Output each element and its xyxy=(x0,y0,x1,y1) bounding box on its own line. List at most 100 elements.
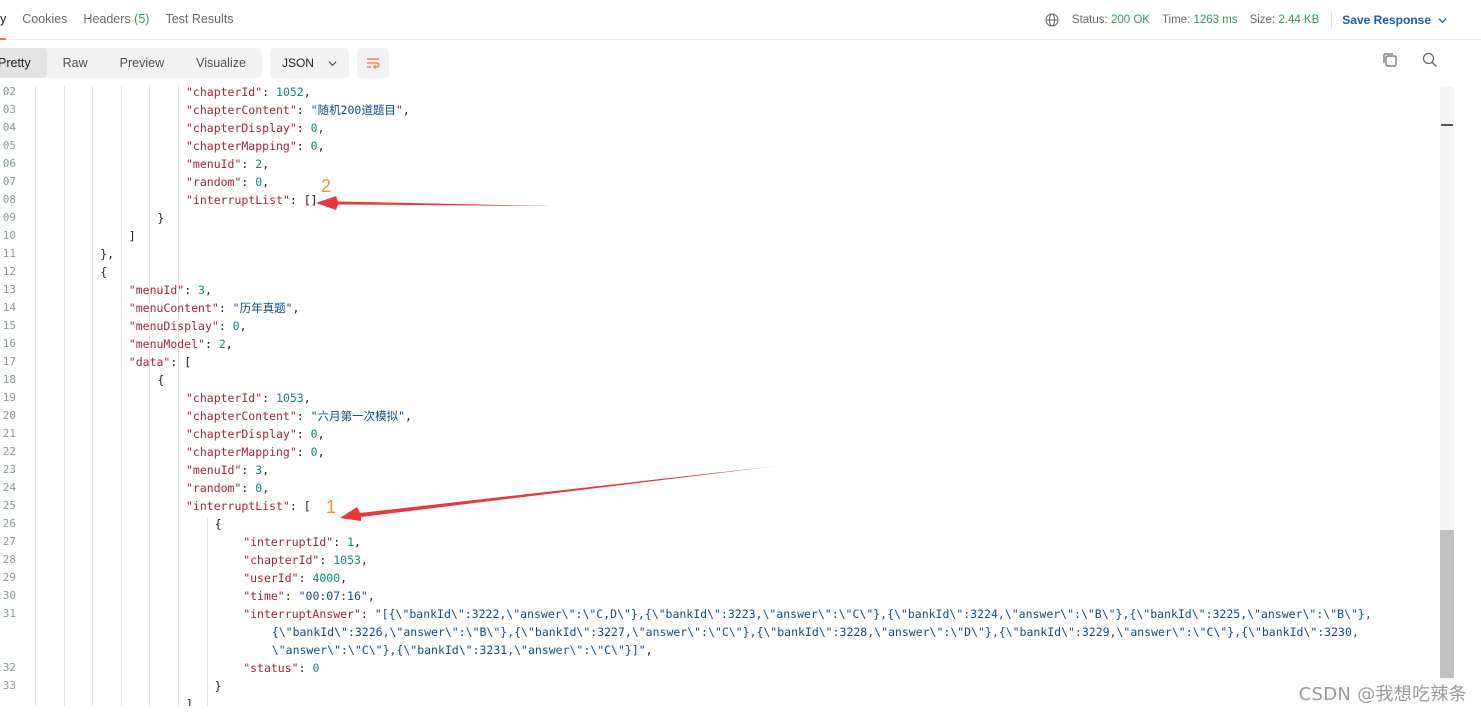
search-icon[interactable] xyxy=(1421,51,1439,69)
code-token: , xyxy=(360,553,368,567)
code-line: 25 "interruptList": [ xyxy=(0,497,1440,515)
response-body-editor[interactable]: 02 "chapterId": 1052, 03 "chapterContent": … xyxy=(0,86,1440,706)
code-token: "data" xyxy=(128,355,171,369)
code-text: "chapterId": 1053, xyxy=(243,551,368,569)
wrap-lines-button[interactable] xyxy=(356,48,389,78)
code-token: "menuContent" xyxy=(128,301,219,315)
code-token: "chapterId" xyxy=(186,391,263,405)
line-number: 21 xyxy=(2,427,16,440)
code-token: "chapterDisplay" xyxy=(186,427,297,441)
code-token: "00:07:16" xyxy=(298,589,368,603)
code-token: , xyxy=(262,175,270,189)
time-label: Time: xyxy=(1161,14,1191,26)
code-token: "random" xyxy=(186,175,242,189)
code-line: 27 "interruptId": 1, xyxy=(0,533,1440,551)
view-mode-preview[interactable]: Preview xyxy=(104,48,180,78)
code-line: 04 "chapterDisplay": 0, xyxy=(0,119,1440,137)
code-line: 26 { xyxy=(0,515,1440,533)
time-value: 1263 ms xyxy=(1193,14,1238,26)
line-number: 10 xyxy=(2,229,16,242)
line-number: 14 xyxy=(2,301,16,314)
code-text: "chapterId": 1053, xyxy=(186,389,311,407)
code-text: "chapterId": 1052, xyxy=(186,86,311,101)
view-mode-visualize[interactable]: Visualize xyxy=(180,48,262,78)
format-select[interactable]: JSON xyxy=(269,48,349,78)
meta-divider xyxy=(1331,11,1333,29)
tab-test-results-label: Test Results xyxy=(165,11,234,26)
code-token: : xyxy=(241,481,256,495)
code-line: 13 "menuId": 3, xyxy=(0,281,1440,299)
code-text: "menuDisplay": 0, xyxy=(129,317,247,335)
body-toolbar: Pretty Raw Preview Visualize JSON xyxy=(0,40,1481,86)
line-number: 20 xyxy=(2,409,16,422)
line-number: 25 xyxy=(2,499,16,512)
status-indicator[interactable]: Status: 200 OK xyxy=(1072,14,1150,26)
code-line: 03 "chapterContent": "随机200道题目", xyxy=(0,101,1440,119)
code-token: : xyxy=(218,319,233,333)
code-token: 1 xyxy=(347,535,354,549)
code-text: ] xyxy=(186,695,193,706)
code-text: { xyxy=(215,515,222,533)
code-token: 3 xyxy=(198,283,205,297)
view-mode-pretty[interactable]: Pretty xyxy=(0,48,47,78)
code-token: 0 xyxy=(310,445,318,459)
code-token: "chapterContent" xyxy=(186,103,297,117)
code-line: ] xyxy=(0,695,1440,706)
code-text: } xyxy=(215,677,222,695)
code-line: 10] xyxy=(0,227,1440,245)
code-token: : xyxy=(204,337,219,351)
line-number: 11 xyxy=(2,247,16,260)
code-token: "menuModel" xyxy=(128,337,205,351)
code-token: 2 xyxy=(218,337,226,351)
code-text: "chapterContent": "六月第一次模拟", xyxy=(186,407,412,425)
view-mode-raw[interactable]: Raw xyxy=(47,48,104,78)
code-token: 0 xyxy=(312,661,320,675)
code-line: 23 "menuId": 3, xyxy=(0,461,1440,479)
code-line: {\"bankId\":3226,\"answer\":\"B\"},{\"ba… xyxy=(0,623,1440,641)
code-token: , xyxy=(402,103,410,117)
save-response-button[interactable]: Save Response xyxy=(1342,13,1447,27)
code-text: "menuContent": "历年真题", xyxy=(129,299,300,317)
code-token: , xyxy=(303,391,311,405)
code-token: 0 xyxy=(310,139,318,153)
code-token: 0 xyxy=(232,319,240,333)
code-text: "interruptAnswer": "[{\"bankId\":3222,\"… xyxy=(243,605,1372,623)
size-indicator[interactable]: Size: 2.44 KB xyxy=(1250,14,1320,26)
code-token: , xyxy=(367,589,375,603)
code-token: { xyxy=(157,373,165,387)
line-number: 16 xyxy=(2,337,16,350)
code-token: {\"bankId\":3226,\"answer\":\"B\"},{\"ba… xyxy=(271,625,1359,639)
copy-icon[interactable] xyxy=(1381,51,1399,69)
code-token: "menuId" xyxy=(186,463,242,477)
code-token: , xyxy=(645,643,653,657)
format-select-value: JSON xyxy=(281,56,314,70)
code-token: "interruptId" xyxy=(243,535,334,549)
code-token: : xyxy=(284,589,299,603)
code-token: , xyxy=(225,337,233,351)
tab-cookies[interactable]: Cookies xyxy=(22,0,67,40)
code-token: , xyxy=(262,481,270,495)
code-text: "random": 0, xyxy=(186,479,269,497)
line-number: 27 xyxy=(2,535,16,548)
editor-scrollbar-thumb[interactable] xyxy=(1440,530,1454,678)
code-token: , xyxy=(239,319,247,333)
code-token: "menuId" xyxy=(186,157,242,171)
code-token: 1053 xyxy=(276,391,304,405)
code-text: {\"bankId\":3226,\"answer\":\"B\"},{\"ba… xyxy=(272,623,1359,641)
line-number: 19 xyxy=(2,391,16,404)
code-token: 0 xyxy=(310,427,318,441)
tab-body[interactable]: y xyxy=(0,0,7,40)
line-number: 05 xyxy=(2,139,16,152)
line-number: 31 xyxy=(2,607,16,620)
code-token: "random" xyxy=(186,481,242,495)
status-label: Status: xyxy=(1071,14,1108,26)
time-indicator[interactable]: Time: 1263 ms xyxy=(1162,14,1238,26)
line-number: 02 xyxy=(2,86,16,98)
globe-icon[interactable] xyxy=(1045,13,1059,27)
code-token: , xyxy=(354,535,361,549)
tab-test-results[interactable]: Test Results xyxy=(165,0,233,40)
code-line: 20 "chapterContent": "六月第一次模拟", xyxy=(0,407,1440,425)
code-line: 05 "chapterMapping": 0, xyxy=(0,137,1440,155)
tab-headers[interactable]: Headers (5) xyxy=(83,0,149,40)
watermark: CSDN @我想吃辣条 xyxy=(1298,684,1467,705)
